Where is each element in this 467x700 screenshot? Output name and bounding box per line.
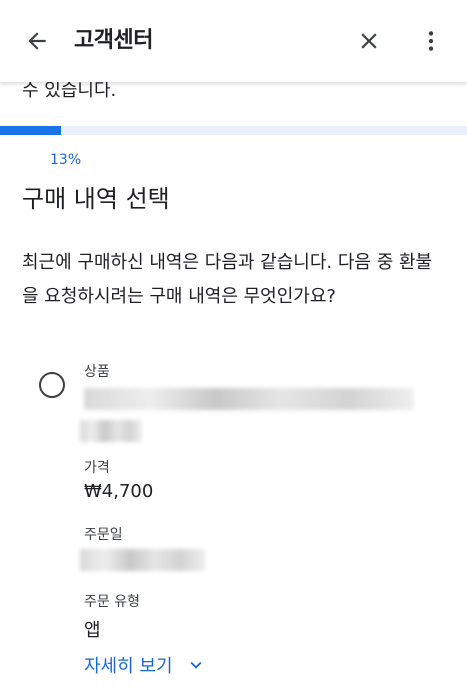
close-button[interactable] (350, 22, 388, 60)
question-text: 최근에 구매하신 내역은 다음과 같습니다. 다음 중 환불을 요청하시려는 구… (22, 252, 433, 307)
progress-label: 13% (50, 152, 82, 168)
app-bar: 고객센터 (0, 0, 467, 82)
order-type-value: 앱 (84, 620, 101, 641)
back-button[interactable] (18, 22, 56, 60)
order-date-label: 주문일 (84, 527, 123, 543)
progress-fill (0, 126, 61, 135)
order-date-redacted (80, 549, 205, 571)
view-details-label: 자세히 보기 (84, 656, 173, 677)
page-title: 고객센터 (74, 28, 153, 53)
arrow-left-icon (28, 32, 46, 50)
product-name-redacted-line2 (80, 420, 142, 442)
close-icon (361, 33, 377, 49)
chevron-down-icon (190, 661, 202, 669)
previous-step-text: 수 있습니다. (22, 80, 117, 101)
price-label: 가격 (84, 460, 110, 476)
product-name-redacted (84, 388, 414, 410)
more-vert-icon (428, 31, 434, 51)
progress-bar (0, 126, 467, 135)
purchase-radio-button[interactable] (39, 372, 65, 398)
section-heading: 구매 내역 선택 (22, 185, 170, 213)
more-options-button[interactable] (412, 22, 450, 60)
order-type-label: 주문 유형 (84, 594, 140, 610)
price-value: ₩4,700 (84, 481, 154, 502)
product-label: 상품 (84, 364, 110, 380)
view-details-link[interactable]: 자세히 보기 (84, 652, 207, 678)
